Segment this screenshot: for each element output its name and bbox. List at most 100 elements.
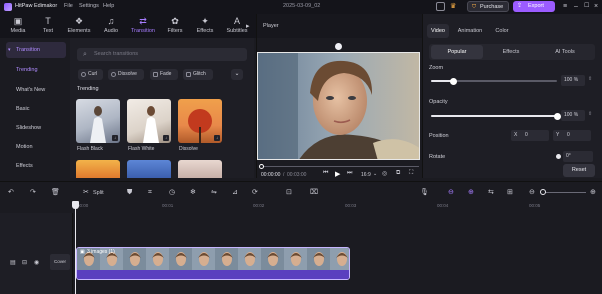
redo-icon[interactable]: ↷ [30,188,36,198]
zoom-out-icon[interactable]: ⊖ [529,188,535,198]
delete-icon[interactable]: 🗑 [51,188,60,198]
snap-icon[interactable]: ⊖ [448,188,454,198]
toolbar-more-icon[interactable]: ▸ [246,22,250,30]
crop-icon[interactable]: ⌗ [148,188,152,198]
marker-icon[interactable]: ⛊ [127,188,132,198]
playhead-handle[interactable] [72,201,79,209]
video-clip[interactable]: ▣ 3 images (1) [76,247,350,280]
flip-icon[interactable]: ⊿ [232,188,238,198]
tool-text[interactable]: T Text [33,16,63,38]
nav-effects[interactable]: Effects [6,158,66,174]
microphone-icon[interactable]: 🎙 [420,188,429,198]
tab-color[interactable]: Color [491,24,513,38]
menu-settings[interactable]: Settings [79,3,99,9]
tool-media[interactable]: ▣ Media [3,16,33,38]
fit-icon[interactable]: ⊞ [507,188,513,198]
opacity-stepper-icon[interactable]: ⇳ [588,111,592,117]
tool-filters[interactable]: ✿ Filters [160,16,190,38]
nav-trending[interactable]: Trending [6,62,66,78]
chip-curl[interactable]: Curl [78,69,103,80]
zoom-slider[interactable] [431,77,557,85]
rotate-handle[interactable] [335,43,342,50]
transition-thumb-6[interactable] [178,160,222,178]
undo-icon[interactable]: ↶ [8,188,14,198]
progress-knob[interactable] [259,164,264,169]
menu-icon[interactable]: ≡ [563,2,567,11]
track-icon[interactable]: ⇆ [488,188,494,198]
purchase-button[interactable]: ⛉ Purchase [467,1,509,12]
playback-progress[interactable] [259,164,419,169]
chip-dissolve[interactable]: Dissolve [108,69,144,80]
crown-icon[interactable]: ♛ [450,2,456,11]
prev-frame-icon[interactable]: ⏮ [323,170,328,177]
tab-video[interactable]: Video [427,24,449,38]
fullscreen-icon[interactable]: ⛶ [409,170,413,177]
position-y-field[interactable]: Y 0 [553,130,591,141]
zoom-in-icon[interactable]: ⊕ [590,188,596,198]
timeline-ruler[interactable]: 00:00 00:01 00:02 00:03 00:04 00:05 [0,203,602,213]
nav-motion[interactable]: Motion [6,139,66,155]
export-button[interactable]: ⇪ Export [513,1,555,12]
nav-basic[interactable]: Basic [6,101,66,117]
minimize-icon[interactable]: – [574,2,578,11]
nav-transition-header[interactable]: ▾ Transition [6,42,66,58]
download-icon[interactable]: ↓ [214,135,220,141]
transition-thumb-dissolve[interactable]: ↓ [178,99,222,143]
track-lock-icon[interactable]: ⊟ [22,259,27,266]
video-preview[interactable] [257,52,420,160]
subtab-effects[interactable]: Effects [485,45,537,59]
track-mute-icon[interactable]: ◉ [34,259,39,266]
opacity-value-field[interactable]: 100 % [561,110,585,121]
maximize-icon[interactable]: ☐ [584,2,589,11]
aspect-dropdown-icon[interactable]: ⌄ [373,171,377,177]
split-label[interactable]: Split [93,188,104,198]
rotate-value-field[interactable]: 0° [563,151,593,162]
chip-fade[interactable]: Fade [150,69,178,80]
link-icon[interactable]: ⊕ [468,188,474,198]
transition-thumb-flash-white[interactable]: ↓ [127,99,171,143]
play-icon[interactable]: ▶ [335,170,340,178]
nav-slideshow[interactable]: Slideshow [6,120,66,136]
tool-elements[interactable]: ❖ Elements [64,16,94,38]
transition-thumb-flash-black[interactable]: ↓ [76,99,120,143]
transition-thumb-5[interactable] [127,160,171,178]
chip-glitch[interactable]: Glitch [183,69,213,80]
tool-audio[interactable]: ♫ Audio [96,16,126,38]
subtab-ai-tools[interactable]: AI Tools [539,45,591,59]
nav-whats-new[interactable]: What's New [6,82,66,98]
tab-animation[interactable]: Animation [453,24,487,38]
tool-transition[interactable]: ⇄ Transition [127,16,159,38]
opacity-slider[interactable] [431,112,561,120]
chevron-down-icon[interactable]: ⌄ [231,69,243,80]
monitor-icon[interactable] [436,2,445,11]
aspect-ratio-select[interactable]: 16:9 [361,172,371,178]
mirror-icon[interactable]: ⇋ [211,188,217,198]
zoom-stepper-icon[interactable]: ⇳ [588,76,592,82]
download-icon[interactable]: ↓ [112,135,118,141]
close-icon[interactable]: × [594,2,598,11]
tool-effects[interactable]: ✦ Effects [190,16,220,38]
text-to-speech-icon[interactable]: ⌧ [310,188,318,198]
ai-tool-icon[interactable]: ⊡ [286,188,292,198]
reset-button[interactable]: Reset [563,164,595,177]
speed-icon[interactable]: ◷ [169,188,175,198]
download-icon[interactable]: ↓ [163,135,169,141]
zoom-value-field[interactable]: 100 % [561,75,585,86]
menu-file[interactable]: File [64,3,73,9]
transition-thumb-4[interactable] [76,160,120,178]
timeline-zoom-knob[interactable] [540,189,546,195]
subtab-popular[interactable]: Popular [431,45,483,59]
next-frame-icon[interactable]: ⏭ [347,170,352,177]
opacity-slider-knob[interactable] [553,112,561,120]
quality-icon[interactable]: ⧉ [396,170,400,177]
track-visibility-icon[interactable]: ▤ [10,259,16,266]
timeline-zoom-slider[interactable] [540,189,586,195]
rotate-icon[interactable]: ⟳ [252,188,258,198]
position-x-field[interactable]: X 0 [511,130,549,141]
rotate-dial-icon[interactable] [556,154,561,159]
cover-button[interactable]: Cover [50,254,70,270]
snapshot-icon[interactable]: ◎ [382,170,387,177]
search-input[interactable]: ⌕ Search transitions [77,48,247,61]
freeze-icon[interactable]: ❄ [190,188,196,198]
zoom-slider-knob[interactable] [450,77,458,85]
